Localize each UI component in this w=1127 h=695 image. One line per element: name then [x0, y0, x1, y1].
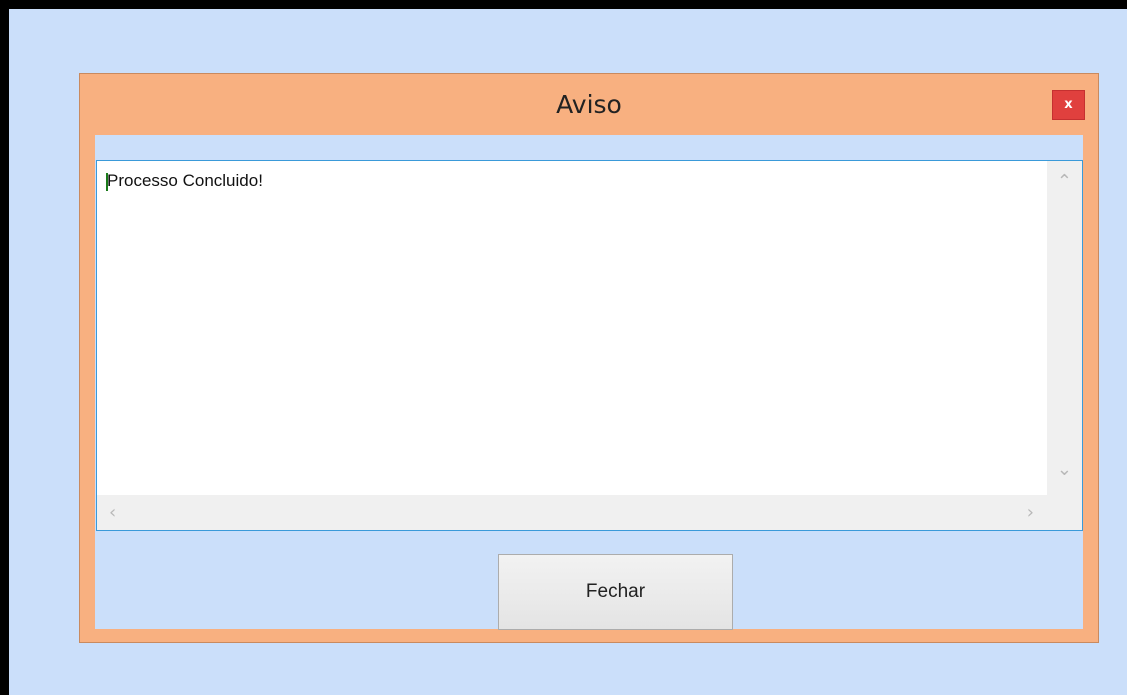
- desktop-background: Aviso x Processo Concluido! ⌃ ⌄ ‹ › Fech…: [0, 0, 1127, 695]
- vertical-scrollbar[interactable]: ⌃ ⌄: [1047, 161, 1082, 495]
- chevron-up-icon[interactable]: ⌃: [1057, 173, 1072, 191]
- close-button[interactable]: x: [1052, 90, 1085, 120]
- chevron-down-icon[interactable]: ⌄: [1057, 461, 1072, 479]
- dialog-title: Aviso: [556, 90, 622, 119]
- message-text: Processo Concluido!: [107, 171, 263, 190]
- aviso-dialog: Aviso x Processo Concluido! ⌃ ⌄ ‹ › Fech…: [79, 73, 1099, 643]
- fechar-button[interactable]: Fechar: [498, 554, 733, 630]
- message-textarea[interactable]: Processo Concluido! ⌃ ⌄ ‹ ›: [96, 160, 1083, 531]
- title-bar[interactable]: Aviso x: [80, 74, 1098, 134]
- horizontal-scrollbar[interactable]: ‹ ›: [97, 495, 1082, 530]
- chevron-left-icon[interactable]: ‹: [109, 504, 116, 522]
- chevron-right-icon[interactable]: ›: [1027, 504, 1034, 522]
- dialog-client-area: Processo Concluido! ⌃ ⌄ ‹ › Fechar: [95, 135, 1083, 630]
